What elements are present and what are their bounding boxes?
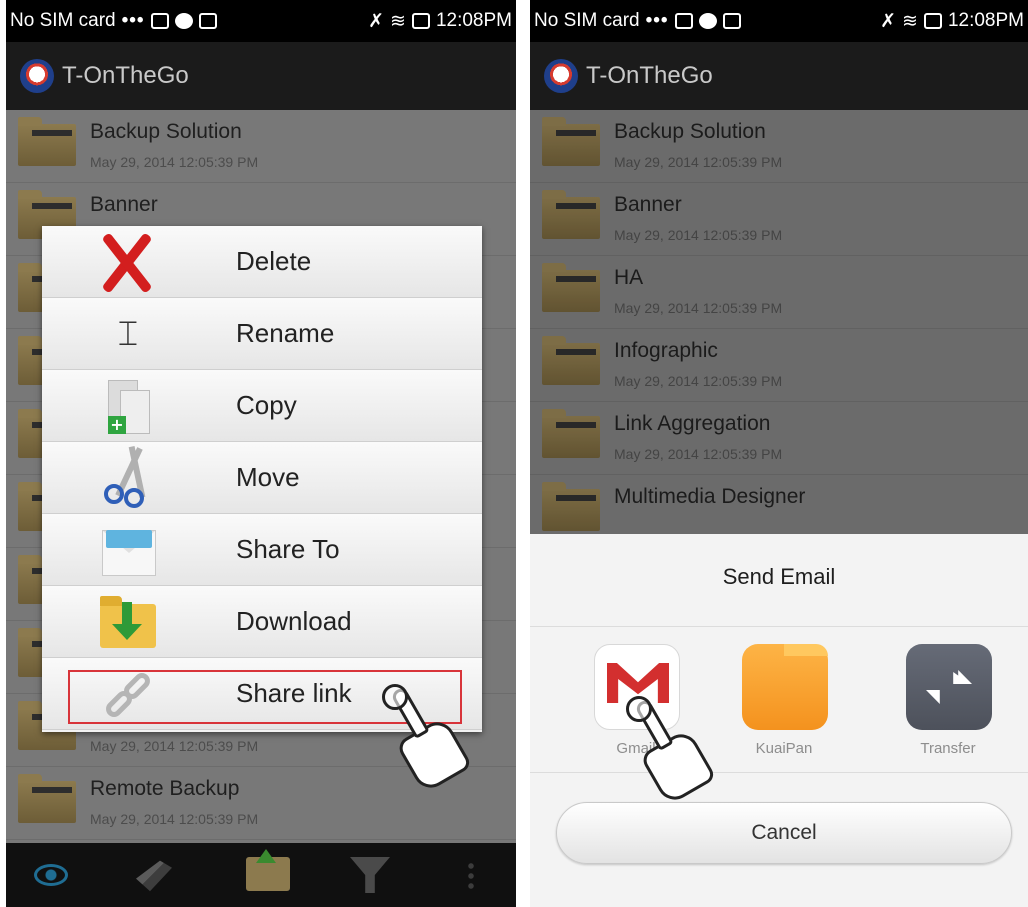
more-notifications-icon: ••• xyxy=(121,10,145,31)
menu-item-delete[interactable]: Delete xyxy=(42,226,482,298)
clock-text: 12:08PM xyxy=(947,10,1024,31)
browser-icon xyxy=(698,13,717,29)
app-logo-icon[interactable] xyxy=(544,59,578,93)
copy-icon: + xyxy=(94,376,162,436)
divider xyxy=(530,772,1028,773)
context-menu: Delete ⌶ Rename + Copy Move Share To Dow… xyxy=(42,226,482,732)
app-label: KuaiPan xyxy=(755,740,813,757)
app-title: T-OnTheGo xyxy=(62,62,189,89)
share-sheet: Send Email Gmail KuaiPan Transfer Cancel xyxy=(530,534,1028,907)
battery-icon xyxy=(923,13,942,29)
mail-icon xyxy=(722,13,741,29)
app-bar: T-OnTheGo xyxy=(6,42,516,110)
mute-icon: ✗ xyxy=(368,10,385,32)
wifi-icon: ≋ xyxy=(390,10,406,32)
transfer-icon xyxy=(906,644,992,730)
folder-icon xyxy=(18,117,76,166)
eye-icon[interactable] xyxy=(34,864,68,886)
upload-folder-icon[interactable] xyxy=(246,849,290,891)
app-tile-kuaipan[interactable]: KuaiPan xyxy=(724,642,844,762)
menu-item-label: Share To xyxy=(236,534,340,564)
folder-icon xyxy=(18,774,76,823)
picture-icon xyxy=(674,13,693,29)
file-date: May 29, 2014 12:05:39 PM xyxy=(90,811,259,827)
mute-icon: ✗ xyxy=(880,10,897,32)
kuaipan-icon xyxy=(742,644,828,730)
divider xyxy=(530,626,1028,627)
app-logo-icon[interactable] xyxy=(20,59,54,93)
file-name: Banner xyxy=(90,193,158,216)
wifi-icon: ≋ xyxy=(902,10,918,32)
envelope-icon xyxy=(94,520,162,580)
menu-item-label: Download xyxy=(236,606,352,636)
status-bar: No SIM card ••• ✗ ≋ 12:08PM xyxy=(6,0,516,42)
menu-item-copy[interactable]: + Copy xyxy=(42,370,482,442)
menu-item-label: Copy xyxy=(236,390,297,420)
menu-item-label: Move xyxy=(236,462,300,492)
menu-item-share-to[interactable]: Share To xyxy=(42,514,482,586)
battery-icon xyxy=(411,13,430,29)
filter-icon[interactable] xyxy=(350,857,390,893)
more-notifications-icon: ••• xyxy=(645,10,669,31)
edit-icon[interactable] xyxy=(136,860,172,892)
carrier-text: No SIM card xyxy=(10,10,116,31)
bottom-toolbar xyxy=(6,843,516,907)
sheet-title: Send Email xyxy=(722,564,836,589)
app-tile-transfer[interactable]: Transfer xyxy=(888,642,1008,762)
file-date: May 29, 2014 12:05:39 PM xyxy=(90,738,259,754)
carrier-text: No SIM card xyxy=(534,10,640,31)
menu-item-rename[interactable]: ⌶ Rename xyxy=(42,298,482,370)
right-screen: No SIM card ••• ✗ ≋ 12:08PM T-OnTheGo Ba… xyxy=(530,0,1028,907)
menu-item-download[interactable]: Download xyxy=(42,586,482,658)
file-name: Backup Solution xyxy=(90,120,242,143)
dim-overlay[interactable] xyxy=(530,110,1028,534)
browser-icon xyxy=(174,13,193,29)
clock-text: 12:08PM xyxy=(435,10,512,31)
file-name: Remote Backup xyxy=(90,777,240,800)
menu-item-move[interactable]: Move xyxy=(42,442,482,514)
rename-icon: ⌶ xyxy=(117,314,139,354)
app-bar: T-OnTheGo xyxy=(530,42,1028,110)
tap-hand-icon xyxy=(626,696,718,808)
scissors-icon xyxy=(94,445,162,508)
app-label: Transfer xyxy=(920,740,976,757)
tap-hand-icon xyxy=(382,684,474,796)
file-date: May 29, 2014 12:05:39 PM xyxy=(90,154,259,170)
menu-item-label: Delete xyxy=(236,246,312,276)
mail-icon xyxy=(198,13,217,29)
app-title: T-OnTheGo xyxy=(586,62,713,89)
download-folder-icon xyxy=(94,592,162,652)
delete-icon xyxy=(94,232,162,292)
list-item[interactable]: Backup Solution May 29, 2014 12:05:39 PM xyxy=(6,110,516,183)
picture-icon xyxy=(150,13,169,29)
menu-item-label: Rename xyxy=(236,318,335,348)
cancel-button[interactable]: Cancel xyxy=(556,802,1012,864)
more-icon[interactable] xyxy=(468,861,474,889)
left-screen: No SIM card ••• ✗ ≋ 12:08PM T-OnTheGo Ba… xyxy=(6,0,516,907)
status-bar: No SIM card ••• ✗ ≋ 12:08PM xyxy=(530,0,1028,42)
